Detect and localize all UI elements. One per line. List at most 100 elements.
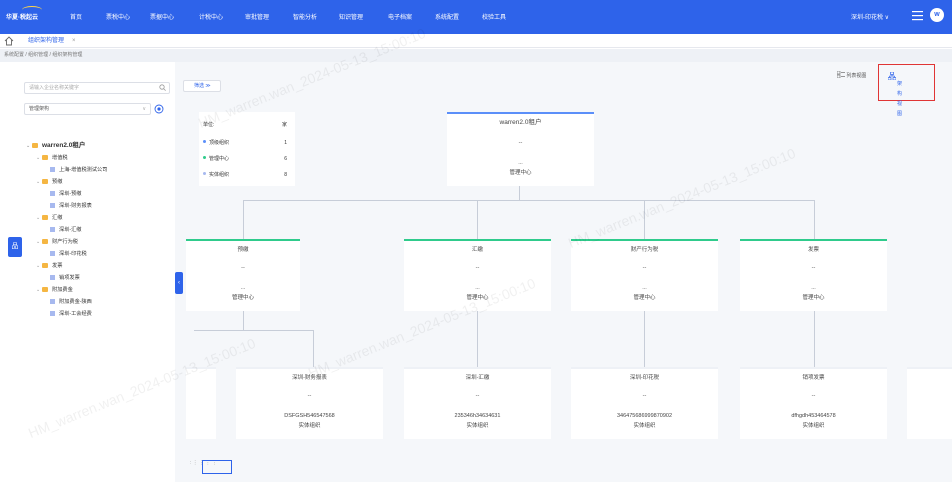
tree-node-label: 增值税 — [52, 155, 68, 161]
top-nav-bar: 华夏·税起云 首页 票税中心 票据中心 计税中心 审批管理 智能分析 知识管理 … — [0, 0, 952, 34]
org-node-invoice[interactable]: 发票 -- ... 管理中心 — [740, 239, 887, 311]
tab-label: 组织架构管理 — [28, 38, 65, 44]
tree-node[interactable]: 深圳-工会经费 — [50, 308, 92, 320]
node-type: 实体组织 — [633, 423, 656, 429]
entity-icon — [50, 299, 55, 304]
arch-view-button[interactable]: 架构视图 — [878, 64, 935, 117]
tab-org-structure[interactable]: 组织架构管理 × — [22, 34, 82, 48]
nav-item-knowledge[interactable]: 知识管理 — [339, 12, 363, 21]
nav-item-approval[interactable]: 审批管理 — [245, 12, 269, 21]
list-view-button[interactable]: 列表视图 — [836, 70, 866, 81]
legend-value: 1 — [284, 140, 287, 146]
node-field: -- — [475, 393, 480, 399]
org-node-partial[interactable] — [907, 367, 952, 439]
nav-item-home[interactable]: 首页 — [70, 12, 82, 21]
legend-value: 8 — [284, 172, 287, 178]
folder-icon — [42, 215, 48, 220]
entity-icon — [50, 251, 55, 256]
legend-dot — [203, 156, 206, 159]
tree-node[interactable]: ⌄ 发票 — [36, 260, 62, 272]
tree-node[interactable]: 深圳-财务报表 — [50, 200, 92, 212]
side-panel-tab[interactable]: 品 — [8, 237, 22, 257]
node-type: 管理中心 — [633, 295, 656, 301]
tree-node-label: 发票 — [52, 263, 63, 269]
structure-type-select[interactable]: 管理架构 ∨ — [24, 103, 151, 115]
legend-label: 顶级组织 — [209, 140, 230, 146]
tree-node[interactable]: ⌄ 财产行为税 — [36, 236, 78, 248]
user-avatar[interactable]: w — [930, 8, 944, 22]
card-top-border — [186, 239, 300, 241]
org-node-settlement[interactable]: 汇缴 -- ... 管理中心 — [404, 239, 551, 311]
node-type: 管理中心 — [509, 170, 532, 176]
tree-node[interactable]: 上海-增值税测试公司 — [50, 164, 107, 176]
connector-line — [194, 330, 314, 331]
chevron-down-icon: ∨ — [884, 15, 890, 21]
node-field: -- — [642, 393, 647, 399]
connector-line — [243, 200, 244, 239]
entity-icon — [50, 227, 55, 232]
legend-label: 实体组织 — [209, 172, 230, 178]
tree-node-label: 销项发票 — [59, 275, 80, 281]
card-top-border — [740, 239, 887, 241]
org-selector-value: 深圳-印花税 — [851, 15, 883, 21]
tree-node[interactable]: 深圳-印花税 — [50, 248, 87, 260]
legend-row: 实体组织 8 — [203, 170, 291, 180]
tree-node[interactable]: ⌄ warren2.0租户 — [26, 140, 85, 152]
entity-icon — [50, 203, 55, 208]
card-top-border — [907, 367, 952, 369]
node-field: ... — [518, 160, 523, 166]
nav-item-analysis[interactable]: 智能分析 — [293, 12, 317, 21]
tree-node[interactable]: 销项发票 — [50, 272, 80, 284]
home-icon[interactable] — [4, 36, 14, 46]
node-title: 深圳-汇缴 — [465, 375, 490, 381]
nav-item-check-tools[interactable]: 校验工具 — [482, 12, 506, 21]
select-value: 管理架构 — [29, 106, 50, 112]
node-field: -- — [475, 265, 480, 271]
legend-unit-value: 家 — [281, 122, 287, 128]
org-selector[interactable]: 深圳-印花税 ∨ — [851, 12, 889, 21]
org-node-partial[interactable] — [186, 367, 216, 439]
arch-view-label: 架构视图 — [897, 81, 903, 117]
tree-node[interactable]: 深圳-汇缴 — [50, 224, 81, 236]
search-input[interactable]: 请输入企业名称关键字 — [24, 82, 170, 94]
entity-icon — [50, 167, 55, 172]
minimap-viewport[interactable] — [202, 460, 232, 474]
collapse-sidebar-button[interactable]: ‹ — [175, 272, 183, 294]
tree-node[interactable]: 附加费金-陕西 — [50, 296, 92, 308]
tree-node[interactable]: ⌄ 预缴 — [36, 176, 62, 188]
legend-label: 管理中心 — [209, 156, 230, 162]
node-field: -- — [642, 265, 647, 271]
nav-item-tax-calc[interactable]: 计税中心 — [199, 12, 223, 21]
tree-node[interactable]: ⌄ 汇缴 — [36, 212, 62, 224]
org-node-entity[interactable]: 深圳-财务报表 -- DSFGSH546547568 实体组织 — [236, 367, 383, 439]
tree-node[interactable]: ⌄ 附加费金 — [36, 284, 73, 296]
search-placeholder: 请输入企业名称关键字 — [29, 85, 80, 91]
menu-list-icon[interactable] — [912, 10, 923, 21]
filter-button[interactable]: 筛选 ≫ — [183, 80, 221, 92]
list-view-icon — [836, 70, 845, 79]
org-node-property-tax[interactable]: 财产行为税 -- ... 管理中心 — [571, 239, 718, 311]
search-icon[interactable] — [159, 84, 166, 91]
node-type: 实体组织 — [802, 423, 825, 429]
org-node-entity[interactable]: 深圳-汇缴 -- 235346h34634631 实体组织 — [404, 367, 551, 439]
close-icon[interactable]: × — [72, 38, 76, 44]
tree-node[interactable]: 深圳-预缴 — [50, 188, 81, 200]
nav-item-bills[interactable]: 票据中心 — [150, 12, 174, 21]
locate-target-icon[interactable] — [154, 104, 164, 114]
nav-item-archive[interactable]: 电子档案 — [388, 12, 412, 21]
nav-item-ticket-tax[interactable]: 票税中心 — [106, 12, 130, 21]
app-logo[interactable]: 华夏·税起云 — [6, 12, 38, 21]
org-node-prepay[interactable]: 预缴 -- ... 管理中心 — [186, 239, 300, 311]
connector-line — [313, 330, 314, 367]
card-top-border — [571, 367, 718, 369]
org-node-root[interactable]: warren2.0租户 -- ... 管理中心 — [447, 112, 594, 186]
chart-minimap[interactable]: : ⋮ ⋮ ⋮ ⋮ — [190, 460, 260, 474]
org-node-entity[interactable]: 深圳-印花税 -- 346475686999870902 实体组织 — [571, 367, 718, 439]
tree-node[interactable]: ⌄ 增值税 — [36, 152, 68, 164]
folder-icon — [32, 143, 38, 148]
connector-line — [477, 200, 478, 239]
arch-view-label-wrap: 架构视图 — [887, 71, 902, 117]
nav-item-system-config[interactable]: 系统配置 — [435, 12, 459, 21]
org-node-entity[interactable]: 销项发票 -- dfhgdh453464578 实体组织 — [740, 367, 887, 439]
node-title: 销项发票 — [802, 375, 825, 381]
